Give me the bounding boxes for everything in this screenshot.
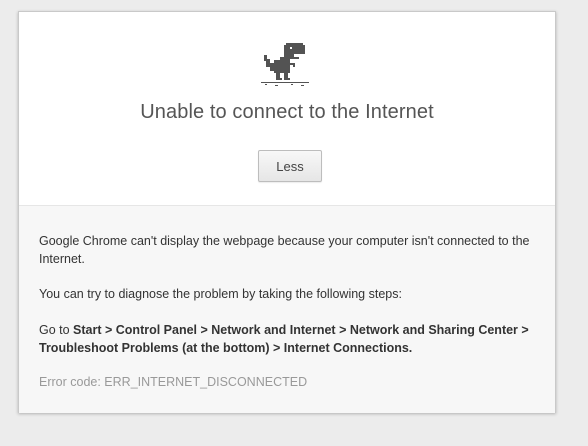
- error-details: Google Chrome can't display the webpage …: [19, 206, 555, 413]
- steps-prefix: Go to: [39, 323, 74, 337]
- offline-dino-icon: [261, 43, 309, 86]
- error-message: Google Chrome can't display the webpage …: [39, 234, 530, 266]
- error-header: Unable to connect to the Internet Less: [19, 12, 555, 206]
- error-title: Unable to connect to the Internet: [140, 101, 434, 123]
- steps-path: Start > Control Panel > Network and Inte…: [39, 323, 529, 355]
- diagnose-steps: Go to Start > Control Panel > Network an…: [39, 321, 539, 357]
- diagnose-intro: You can try to diagnose the problem by t…: [39, 287, 402, 301]
- less-button[interactable]: Less: [258, 150, 322, 182]
- error-card: Unable to connect to the Internet Less G…: [18, 11, 556, 413]
- error-code: Error code: ERR_INTERNET_DISCONNECTED: [39, 375, 308, 389]
